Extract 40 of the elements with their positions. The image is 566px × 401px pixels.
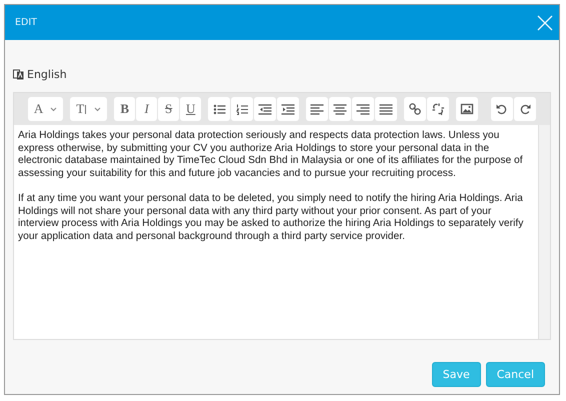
strikethrough-button[interactable]: S [158, 97, 180, 121]
paragraph: If at any time you want your personal data to be deleted, you simply need to notify the hiring Aria Holdings. Aria Holdings will not share your personal data with any third party without your prior consent. As part of your interview process with Aria Holdings you may be asked to authorize the hiring Aria Holdings to separately verify your application data and personal background through a third party service provider. [18, 192, 524, 244]
align-justify-icon [379, 102, 394, 116]
italic-button[interactable]: I [136, 97, 158, 121]
indent-button[interactable] [277, 97, 300, 121]
bold-button[interactable]: B [114, 97, 136, 121]
align-justify-button[interactable] [375, 97, 398, 121]
close-icon[interactable] [537, 14, 553, 30]
link-icon [408, 102, 422, 116]
outdent-icon [258, 102, 272, 116]
broken-link-icon [431, 102, 446, 116]
undo-button[interactable] [491, 97, 514, 121]
language-label: English [27, 68, 67, 80]
font-size-button[interactable]: T [70, 97, 108, 121]
indent-icon [281, 102, 296, 116]
font-color-button[interactable]: A [28, 97, 64, 121]
align-left-icon [310, 102, 324, 116]
broken-link-button[interactable] [427, 97, 450, 121]
align-left-button[interactable] [306, 97, 328, 121]
link-button[interactable] [404, 97, 426, 121]
redo-button[interactable] [514, 97, 536, 121]
align-center-icon [333, 102, 348, 116]
dialog-title: EDIT [15, 17, 37, 28]
align-center-button[interactable] [329, 97, 352, 121]
bullet-list-button[interactable] [208, 97, 230, 121]
underline-button[interactable]: U [180, 97, 202, 121]
paragraph: Aria Holdings takes your personal data protection seriously and respects data protection laws. Unless you express otherwise, by submitting your CV you authorize Aria Holdings to store your personal data in the electronic database maintained by TimeTec Cloud Sdn Bhd in Malaysia or one of its affiliates for the purpose of assessing your suitability for this and future job vacancies and to pursue your recruiting process. [18, 130, 524, 180]
align-right-icon [356, 102, 370, 116]
outdent-button[interactable] [254, 97, 276, 121]
image-icon [460, 102, 474, 116]
caret-icon [94, 106, 102, 112]
language-icon [13, 68, 24, 80]
bullet-list-icon [212, 102, 226, 116]
numbered-list-icon [235, 102, 250, 116]
numbered-list-button[interactable] [231, 97, 254, 121]
align-right-button[interactable] [352, 97, 374, 121]
scrollbar[interactable] [538, 125, 550, 339]
image-button[interactable] [456, 97, 478, 121]
redo-icon [518, 102, 532, 116]
caret-icon [50, 106, 58, 112]
